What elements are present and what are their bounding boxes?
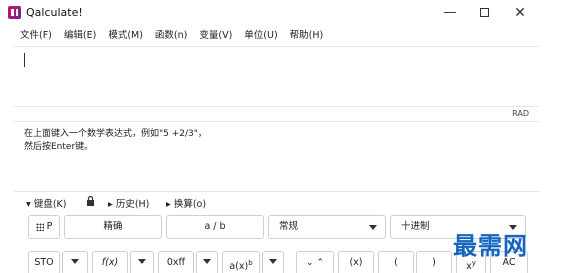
app-icon [8, 6, 21, 19]
collapsed-triangle-icon: ▸ [108, 199, 113, 210]
expression-input[interactable] [14, 46, 539, 106]
menu-mode[interactable]: 模式(M) [102, 27, 149, 45]
hint-line-1: 在上面键入一个数学表达式，例如"5 +2/3"， [24, 129, 207, 139]
grid-icon [35, 222, 44, 231]
dropdown-arrow-icon [138, 259, 146, 264]
expanded-triangle-icon: ▾ [26, 199, 31, 210]
ax-button-label: a(x) [229, 261, 249, 273]
ax-button[interactable]: a(x)b [222, 251, 260, 273]
hex-button[interactable]: 0xff [158, 251, 194, 273]
menu-units[interactable]: 单位(U) [238, 27, 283, 45]
keyboard-toggle-label: 键盘(K) [33, 199, 67, 210]
arrow-up-icon: ⌃ [316, 258, 324, 268]
dropdown-arrow-icon [269, 259, 277, 264]
history-toggle[interactable]: ▸ 历史(H) [108, 196, 149, 210]
cursor-nav-button[interactable]: ⌄ ⌃ [296, 251, 334, 273]
close-button[interactable]: ✕ [502, 0, 538, 26]
collapsed-triangle-icon: ▸ [166, 199, 171, 210]
convert-toggle[interactable]: ▸ 换算(o) [166, 196, 206, 210]
dropdown-arrow-icon [369, 225, 377, 230]
text-cursor [24, 53, 25, 67]
function-menu-button[interactable] [130, 251, 154, 273]
maximize-button[interactable] [466, 0, 502, 26]
menu-file[interactable]: 文件(F) [0, 27, 58, 45]
window-title: Qalculate! [26, 6, 83, 19]
menu-bar: 文件(F) 编辑(E) 模式(M) 函数(n) 变量(V) 单位(U) 帮助(H… [0, 27, 567, 45]
keypad-toggle-bar: ▾ 键盘(K) ▸ 历史(H) ▸ 换算(o) [14, 191, 539, 211]
left-paren-button[interactable]: ( [378, 251, 414, 273]
keyboard-toggle[interactable]: ▾ 键盘(K) [26, 196, 66, 210]
hint-line-2: 然后按Enter键。 [24, 142, 94, 152]
convert-toggle-label: 换算(o) [173, 199, 207, 210]
title-bar: Qalculate! — ✕ [0, 0, 567, 26]
sto-button[interactable]: STO [28, 251, 60, 273]
sto-menu-button[interactable] [62, 251, 88, 273]
dropdown-arrow-icon [203, 259, 211, 264]
hex-menu-button[interactable] [196, 251, 218, 273]
arrow-down-icon: ⌄ [306, 258, 314, 268]
history-toggle-label: 历史(H) [115, 199, 150, 210]
display-mode-select[interactable]: 常规 [268, 215, 386, 239]
watermark-logo: 最需网 [453, 231, 528, 260]
insert-x-button[interactable]: (x) [338, 251, 374, 273]
ax-button-superscript: b [248, 259, 253, 267]
menu-edit[interactable]: 编辑(E) [58, 27, 102, 45]
menu-variables[interactable]: 变量(V) [193, 27, 238, 45]
angle-unit-indicator[interactable]: RAD [512, 109, 529, 118]
status-row: RAD [14, 106, 539, 122]
ax-menu-button[interactable] [262, 251, 284, 273]
keypad-menu-label: P [46, 221, 53, 232]
number-base-value: 十进制 [401, 221, 430, 232]
lock-icon[interactable] [86, 196, 95, 206]
keypad-menu-button[interactable]: P [28, 215, 60, 239]
function-button[interactable]: f(x) [92, 251, 128, 273]
right-paren-button[interactable]: ) [416, 251, 452, 273]
fraction-button[interactable]: a / b [166, 215, 264, 239]
display-mode-value: 常规 [279, 221, 299, 232]
menu-functions[interactable]: 函数(n) [149, 27, 193, 45]
dropdown-arrow-icon [71, 259, 79, 264]
menu-help[interactable]: 帮助(H) [284, 27, 330, 45]
result-hint: 在上面键入一个数学表达式，例如"5 +2/3"， 然后按Enter键。 [24, 128, 207, 154]
maximize-icon [479, 8, 489, 17]
minimize-button[interactable]: — [432, 0, 468, 26]
exact-button[interactable]: 精确 [64, 215, 162, 239]
function-button-label: f(x) [101, 257, 119, 268]
